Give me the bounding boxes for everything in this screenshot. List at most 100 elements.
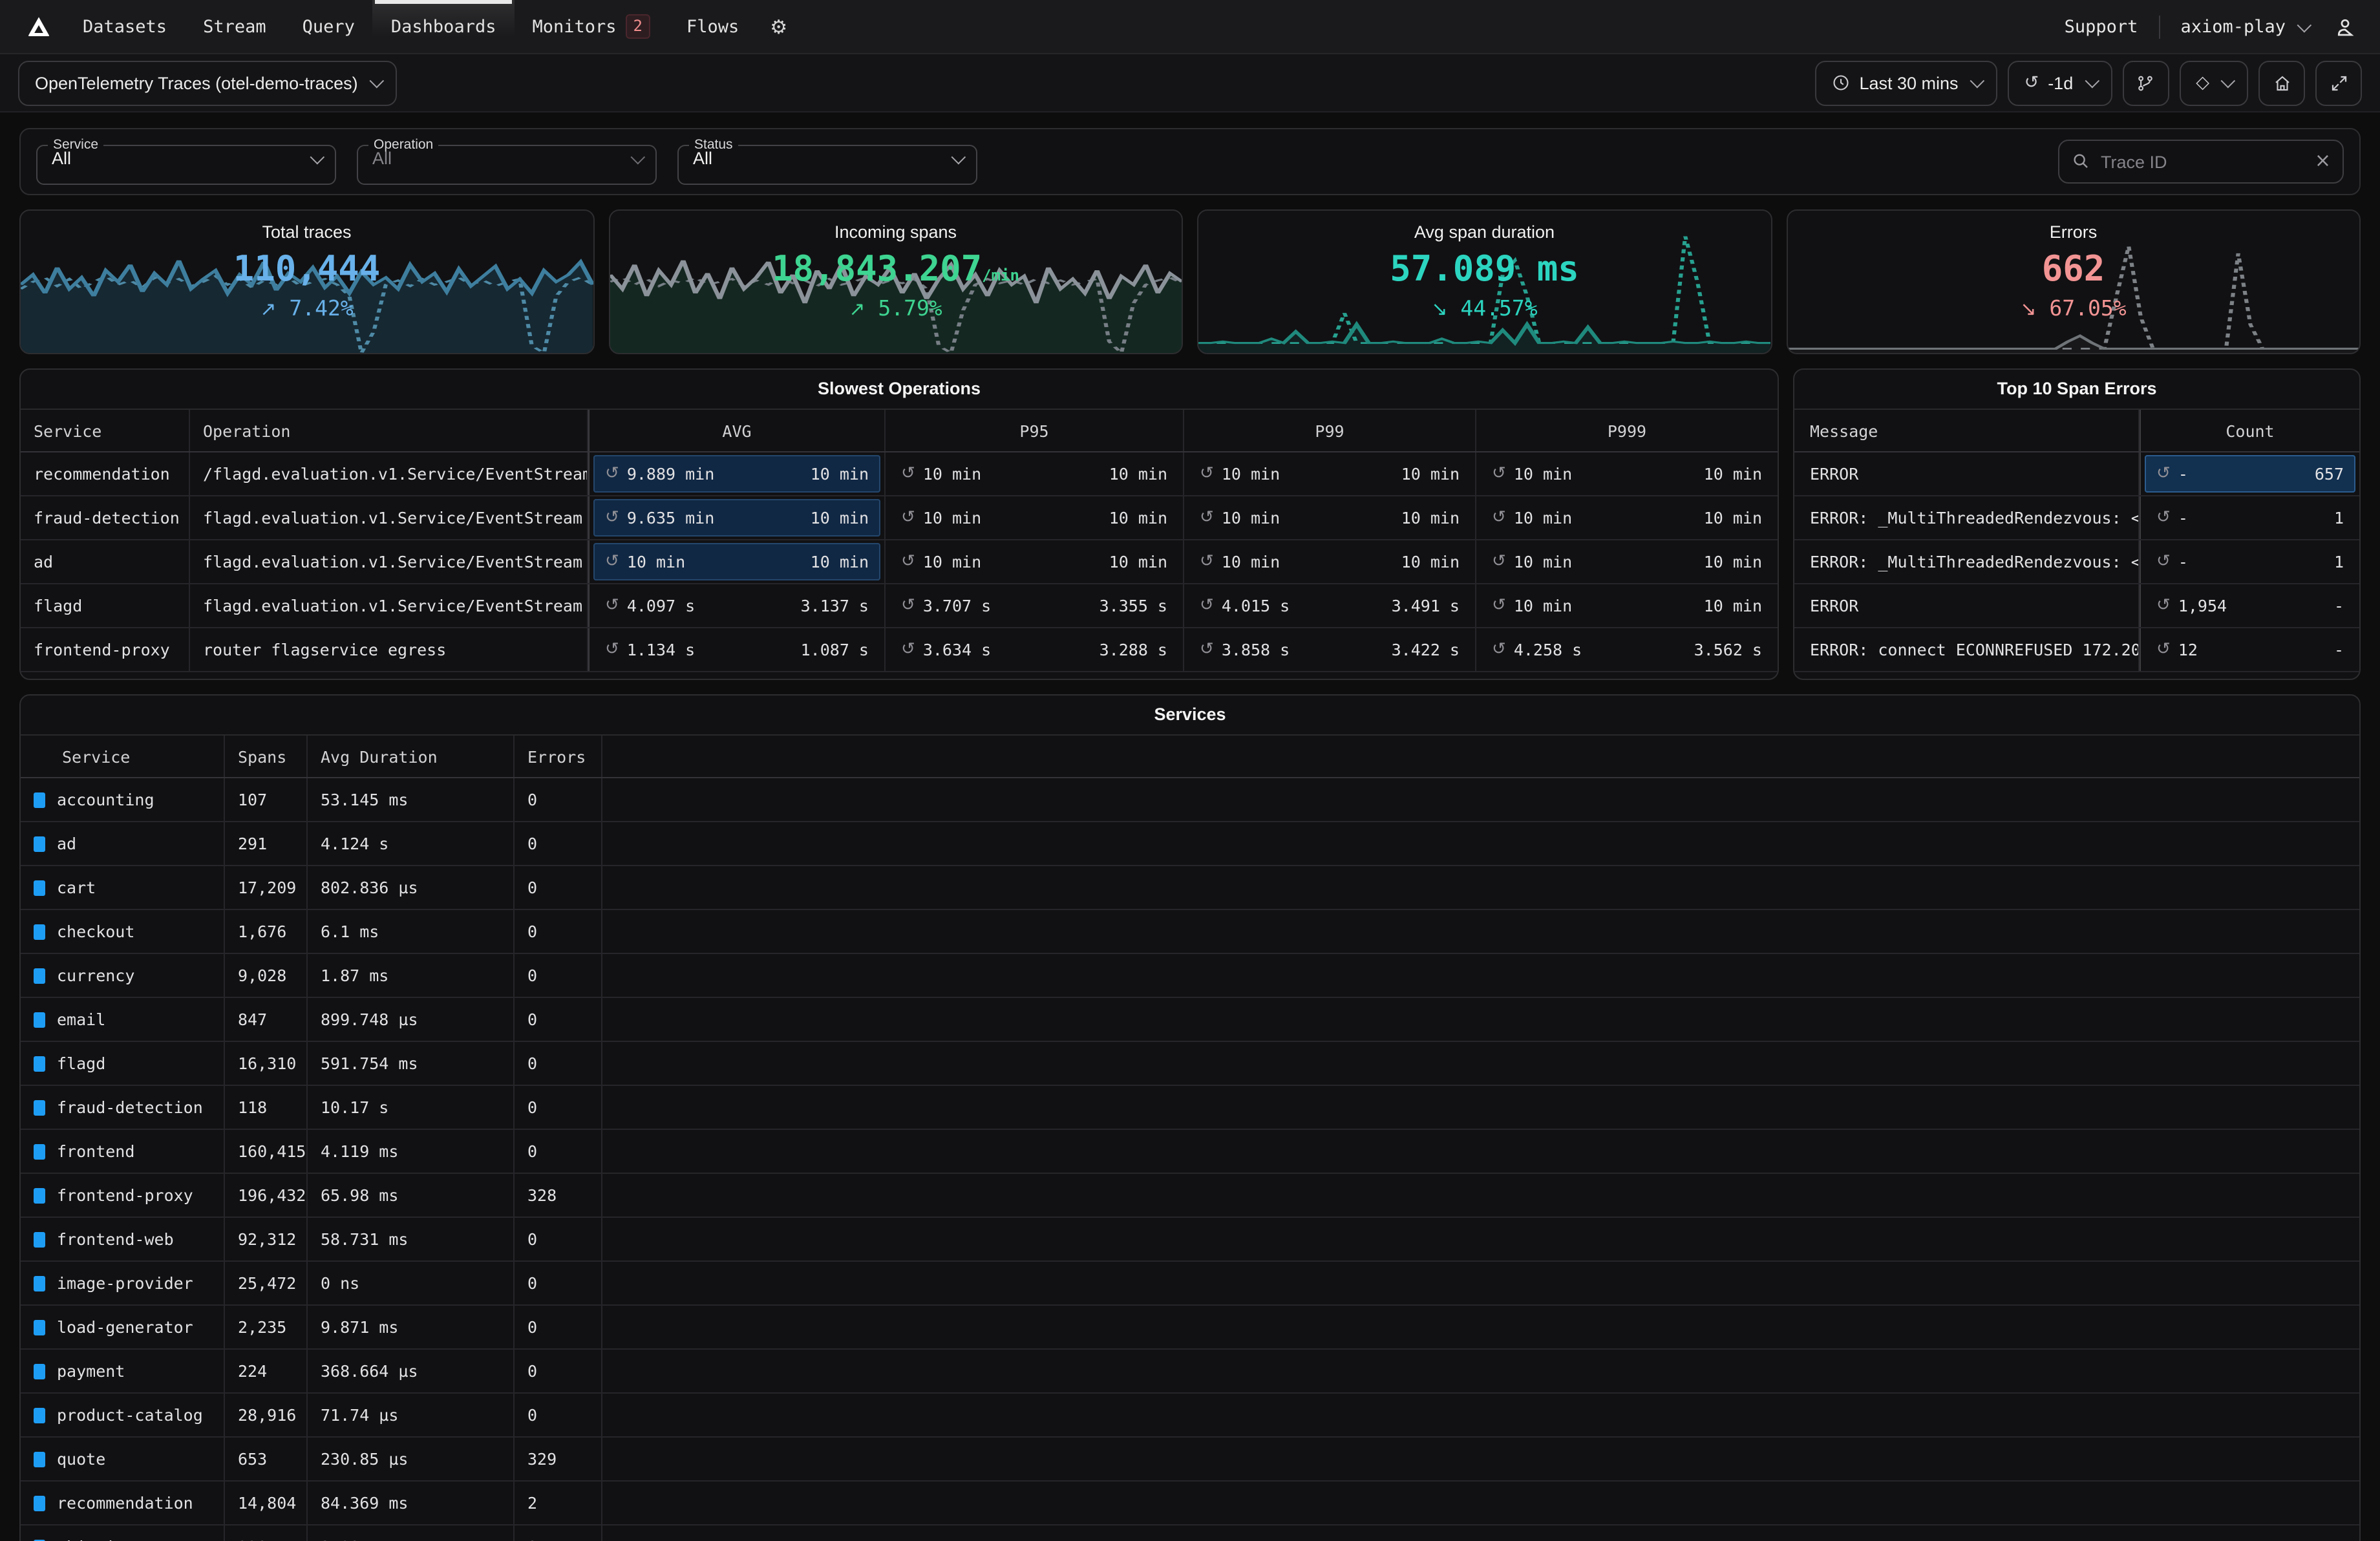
empty-cell bbox=[602, 998, 2359, 1041]
table-row[interactable]: ERROR: _MultiThreadedRendezvous: <_M…↺-1 bbox=[1794, 540, 2359, 584]
history-icon[interactable]: ↺ bbox=[901, 464, 915, 484]
duration-cell-inner: ↺1,954- bbox=[2145, 587, 2355, 624]
table-row[interactable]: flagd16,310591.754 ms0 bbox=[21, 1042, 2359, 1086]
table-row[interactable]: recommendation14,80484.369 ms2 bbox=[21, 1482, 2359, 1525]
duration-left: ↺ 3.707 s bbox=[901, 596, 991, 615]
service-filter[interactable]: Service All bbox=[36, 138, 336, 185]
duration-cell: ↺3.858 s3.422 s bbox=[1184, 628, 1476, 671]
compare-against-button[interactable]: ↺ -1d bbox=[2008, 60, 2112, 105]
service-color-swatch bbox=[34, 880, 45, 895]
table-row[interactable]: recommendation/flagd.evaluation.v1.Servi… bbox=[21, 452, 1778, 496]
table-row[interactable]: cart17,209802.836 µs0 bbox=[21, 866, 2359, 910]
nav-item-datasets[interactable]: Datasets bbox=[65, 0, 185, 53]
empty-cell bbox=[602, 1482, 2359, 1524]
nav-item-query[interactable]: Query bbox=[284, 0, 373, 53]
nav-item-stream[interactable]: Stream bbox=[185, 0, 284, 53]
table-row[interactable]: ERROR↺-657 bbox=[1794, 452, 2359, 496]
duration-cell-inner: ↺-657 bbox=[2145, 455, 2355, 493]
settings-gear-icon[interactable]: ⚙ bbox=[757, 0, 800, 53]
history-icon[interactable]: ↺ bbox=[2156, 464, 2171, 484]
home-button[interactable] bbox=[2258, 60, 2305, 105]
history-icon[interactable]: ↺ bbox=[901, 552, 915, 571]
nav-item-flows[interactable]: Flows bbox=[668, 0, 757, 53]
nav-label: Monitors bbox=[532, 16, 616, 37]
history-icon[interactable]: ↺ bbox=[605, 596, 619, 615]
user-menu[interactable] bbox=[2328, 15, 2362, 38]
service-name: flagd bbox=[57, 1054, 105, 1073]
history-icon[interactable]: ↺ bbox=[1200, 640, 1214, 659]
table-row[interactable]: quote653230.85 µs329 bbox=[21, 1438, 2359, 1482]
nav-item-monitors[interactable]: Monitors 2 bbox=[514, 0, 668, 53]
table-row[interactable]: fraud-detection11810.17 s0 bbox=[21, 1086, 2359, 1130]
table-row[interactable]: flagdflagd.evaluation.v1.Service/EventSt… bbox=[21, 584, 1778, 628]
table-row[interactable]: adflagd.evaluation.v1.Service/EventStrea… bbox=[21, 540, 1778, 584]
history-icon[interactable]: ↺ bbox=[1200, 508, 1214, 527]
history-icon[interactable]: ↺ bbox=[2156, 640, 2171, 659]
table-row[interactable]: load-generator2,2359.871 ms0 bbox=[21, 1306, 2359, 1350]
history-icon[interactable]: ↺ bbox=[901, 596, 915, 615]
service-name: image-provider bbox=[57, 1273, 193, 1293]
table-row[interactable]: frontend160,4154.119 ms0 bbox=[21, 1130, 2359, 1174]
history-icon[interactable]: ↺ bbox=[1492, 464, 1506, 484]
history-icon[interactable]: ↺ bbox=[1200, 596, 1214, 615]
duration-cell: ↺10 min10 min bbox=[1476, 452, 1778, 495]
history-icon[interactable]: ↺ bbox=[2156, 552, 2171, 571]
dashboard-selector[interactable]: OpenTelemetry Traces (otel-demo-traces) bbox=[18, 60, 397, 105]
duration-cell-inner: ↺3.707 s3.355 s bbox=[889, 587, 1179, 624]
duration-cell-inner: ↺10 min10 min bbox=[889, 543, 1179, 580]
column-header-spans: Spans bbox=[225, 736, 308, 777]
empty-cell bbox=[602, 1438, 2359, 1480]
history-icon[interactable]: ↺ bbox=[605, 640, 619, 659]
duration-value-left: 10 min bbox=[1222, 464, 1280, 484]
table-row[interactable]: ad2914.124 s0 bbox=[21, 822, 2359, 866]
service-name: quote bbox=[57, 1449, 105, 1469]
duration-cell: ↺10 min10 min bbox=[588, 540, 886, 583]
duration-value-left: 3.707 s bbox=[923, 596, 991, 615]
history-icon[interactable]: ↺ bbox=[1492, 508, 1506, 527]
operation-filter[interactable]: Operation All bbox=[357, 138, 657, 185]
history-icon[interactable]: ↺ bbox=[605, 552, 619, 571]
table-row[interactable]: currency9,0281.87 ms0 bbox=[21, 954, 2359, 998]
table-row[interactable]: ERROR↺1,954- bbox=[1794, 584, 2359, 628]
axiom-logo[interactable] bbox=[13, 0, 65, 53]
history-icon[interactable]: ↺ bbox=[1492, 596, 1506, 615]
error-message-cell: ERROR: _MultiThreadedRendezvous: <_M… bbox=[1794, 496, 2140, 539]
column-header-count: Count bbox=[2140, 410, 2359, 451]
table-row[interactable]: product-catalog28,91671.74 µs0 bbox=[21, 1394, 2359, 1438]
table-row[interactable]: fraud-detectionflagd.evaluation.v1.Servi… bbox=[21, 496, 1778, 540]
history-icon[interactable]: ↺ bbox=[2156, 596, 2171, 615]
fullscreen-button[interactable] bbox=[2315, 60, 2362, 105]
history-icon[interactable]: ↺ bbox=[605, 464, 619, 484]
annotations-button[interactable]: ◇ bbox=[2179, 60, 2248, 105]
time-range-button[interactable]: Last 30 mins bbox=[1815, 60, 1997, 105]
duration-cell: ↺3.634 s3.288 s bbox=[886, 628, 1184, 671]
version-history-button[interactable] bbox=[2122, 60, 2169, 105]
org-menu[interactable]: axiom-play bbox=[2160, 16, 2328, 37]
table-row[interactable]: ERROR: connect ECONNREFUSED 172.20.1…↺12… bbox=[1794, 628, 2359, 672]
table-row[interactable]: frontend-web92,31258.731 ms0 bbox=[21, 1218, 2359, 1262]
table-row[interactable]: ERROR: _MultiThreadedRendezvous: <_M…↺-1 bbox=[1794, 496, 2359, 540]
history-icon[interactable]: ↺ bbox=[1200, 464, 1214, 484]
support-link[interactable]: Support bbox=[2044, 16, 2159, 37]
table-row[interactable]: checkout1,6766.1 ms0 bbox=[21, 910, 2359, 954]
duration-cell-inner: ↺3.634 s3.288 s bbox=[889, 631, 1179, 668]
table-row[interactable]: frontend-proxy196,43265.98 ms328 bbox=[21, 1174, 2359, 1218]
history-icon[interactable]: ↺ bbox=[1492, 552, 1506, 571]
clear-icon[interactable]: × bbox=[2315, 149, 2331, 172]
history-icon[interactable]: ↺ bbox=[1200, 552, 1214, 571]
history-icon[interactable]: ↺ bbox=[901, 508, 915, 527]
trace-id-input[interactable] bbox=[2058, 140, 2344, 184]
table-row[interactable]: accounting10753.145 ms0 bbox=[21, 778, 2359, 822]
history-icon[interactable]: ↺ bbox=[605, 508, 619, 527]
history-icon[interactable]: ↺ bbox=[901, 640, 915, 659]
table-row[interactable]: email847899.748 µs0 bbox=[21, 998, 2359, 1042]
nav-item-dashboards[interactable]: Dashboards bbox=[373, 0, 515, 53]
table-row[interactable]: shipping3302.807 ms0 bbox=[21, 1525, 2359, 1541]
history-icon[interactable]: ↺ bbox=[1492, 640, 1506, 659]
table-row[interactable]: payment224368.664 µs0 bbox=[21, 1350, 2359, 1394]
history-icon[interactable]: ↺ bbox=[2156, 508, 2171, 527]
table-row[interactable]: image-provider25,4720 ns0 bbox=[21, 1262, 2359, 1306]
duration-value-left: 9.635 min bbox=[627, 508, 714, 527]
status-filter[interactable]: Status All bbox=[677, 138, 977, 185]
table-row[interactable]: frontend-proxyrouter flagservice egress↺… bbox=[21, 628, 1778, 672]
